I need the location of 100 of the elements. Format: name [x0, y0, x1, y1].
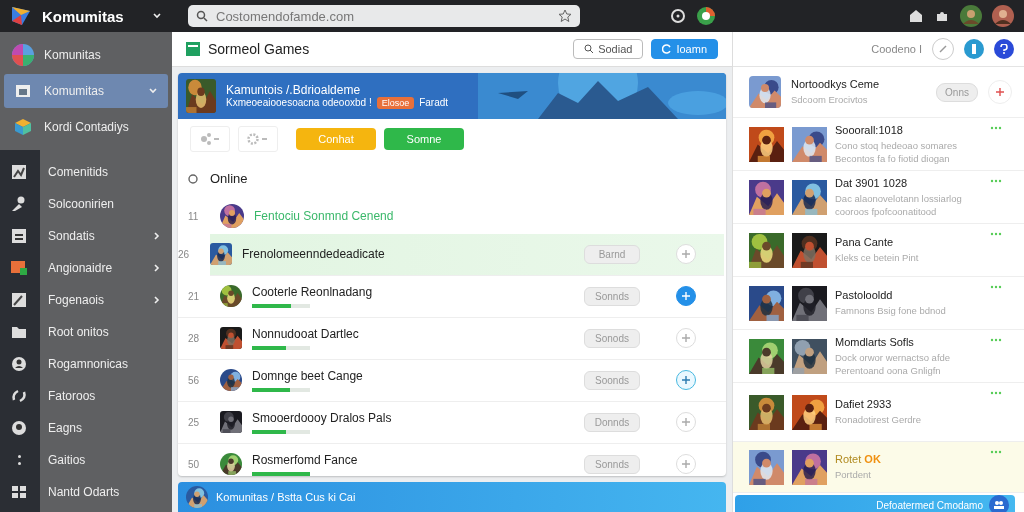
share-button[interactable]	[190, 125, 230, 152]
sidebar-item[interactable]: Komunitas	[4, 38, 168, 72]
plus-icon	[682, 376, 690, 385]
game-item[interactable]: Dafiet 2933 Ronadotirest Gerdre	[733, 383, 1024, 442]
sidebar-item[interactable]: Rogamnonicas	[0, 348, 172, 380]
more-icon[interactable]	[990, 232, 1002, 236]
group-icon	[994, 501, 1004, 509]
list-icon	[9, 226, 29, 246]
chevron-right-icon	[152, 231, 162, 241]
sidebar-item[interactable]: Fogenaois	[0, 284, 172, 316]
cube-icon	[14, 118, 32, 136]
info-button[interactable]	[964, 39, 984, 59]
clock-icon[interactable]	[670, 8, 686, 24]
game-subtitle: Sdcoom Erocivtos	[791, 93, 869, 106]
panel-title: Coodeno I	[871, 43, 922, 55]
community-bar[interactable]: Komunitas / Bstta Cus ki Cai	[178, 482, 726, 512]
settings-icon	[247, 132, 269, 145]
info-icon	[972, 44, 976, 54]
bar-title: Komunitas / Bstta Cus ki Cai	[216, 491, 356, 504]
game-item[interactable]: Rotet OK Portdent	[733, 442, 1024, 493]
game-item[interactable]: Pastolooldd Famnons Bsig fone bdnod	[733, 277, 1024, 330]
help-icon	[1000, 44, 1008, 54]
game-description: Cono stoq hedeoao somares Becontos fa fo fiotid diogan	[835, 138, 958, 165]
game-item[interactable]: Sooorall:1018 Cono stoq hedeoao somares Becontos fa fo fiotid diogan	[733, 118, 1024, 171]
more-icon	[17, 455, 21, 465]
plus-icon	[682, 250, 690, 259]
share-icon	[199, 132, 221, 145]
game-title: Sooorall:1018	[835, 123, 904, 136]
plus-icon	[682, 418, 690, 427]
player-name: Domnge beet Cange	[252, 368, 364, 383]
search-input[interactable]: Costomendofamde.com	[214, 7, 552, 25]
game-item[interactable]: Pana Cante Kleks ce betein Pint	[733, 224, 1024, 277]
add-button[interactable]	[676, 370, 696, 391]
sidebar-item[interactable]: Komumitas	[4, 74, 168, 108]
plus-icon	[682, 334, 690, 343]
app-name: Komumitas	[42, 7, 125, 25]
chevron-right-icon	[152, 263, 162, 273]
sidebar-item[interactable]: Sondatis	[0, 220, 172, 252]
player-name: Nonnudooat Dartlec	[252, 326, 360, 341]
player-row[interactable]: 11 Fentociu Sonmnd Cenend	[178, 198, 726, 234]
search-icon	[584, 43, 595, 54]
more-icon[interactable]	[990, 391, 1002, 395]
more-icon[interactable]	[990, 285, 1002, 289]
add-button[interactable]	[676, 286, 696, 307]
search-icon	[196, 10, 208, 22]
home-icon[interactable]	[908, 8, 924, 24]
player-row[interactable]: 21 Cooterle Reonlnadang Sonnds	[178, 275, 726, 318]
refresh-icon	[662, 43, 673, 54]
settings-button[interactable]	[238, 125, 278, 152]
player-name: Smooerdoooy Dralos Pals	[252, 410, 393, 425]
game-title: Rotet OK	[835, 453, 882, 465]
sidebar-item[interactable]: Nantd Odarts	[0, 476, 172, 508]
sidebar-item[interactable]: Eagns	[0, 412, 172, 444]
chevron-down-icon	[148, 86, 158, 96]
avatar-icon[interactable]	[960, 5, 982, 27]
player-row[interactable]: 56 Domnge beet Cange Soonds	[178, 359, 726, 402]
sidebar-item[interactable]: Angionaidre	[0, 252, 172, 284]
avatar-icon[interactable]	[992, 5, 1014, 27]
sidebar-item[interactable]: Gaitios	[0, 444, 172, 476]
sidebar-item[interactable]: Solcoonirien	[0, 188, 172, 220]
game-description: Kleks ce betein Pint	[835, 251, 920, 264]
sidebar-item[interactable]: Comenitids	[0, 156, 172, 188]
row-number: 25	[188, 416, 201, 428]
graph-icon	[9, 290, 29, 310]
more-icon[interactable]	[990, 338, 1002, 342]
player-name: Rosmerfomd Fance	[252, 452, 359, 467]
more-icon[interactable]	[990, 179, 1002, 183]
chevron-down-icon	[152, 11, 162, 21]
game-title: Nortoodkys Ceme	[791, 78, 881, 90]
page-title: Sormeol Games	[208, 40, 311, 57]
refresh-button[interactable]: Ioamn	[651, 38, 718, 59]
plus-icon	[682, 292, 690, 301]
row-number: 56	[188, 374, 201, 386]
help-button[interactable]	[994, 39, 1014, 59]
person-icon	[9, 354, 29, 374]
player-name: Fentociu Sonmnd Cenend	[254, 209, 395, 224]
group-button[interactable]	[989, 495, 1009, 512]
row-number: 21	[188, 290, 201, 302]
chart-icon	[9, 258, 29, 278]
player-name: Cooterle Reonlnadang	[252, 284, 374, 299]
extension-icon[interactable]	[696, 6, 716, 26]
plus-icon	[996, 88, 1004, 96]
sidebar-item[interactable]: Root onitos	[0, 316, 172, 348]
star-icon[interactable]	[558, 9, 572, 23]
app-logo[interactable]	[10, 5, 32, 27]
search-field[interactable]: Costomendofamde.com	[188, 5, 580, 27]
game-description: Ronadotirest Gerdre	[835, 413, 923, 426]
more-icon[interactable]	[990, 450, 1002, 454]
game-title: Momdlarts Sofls	[835, 335, 915, 348]
sidebar-item[interactable]: Kordi Contadiys	[4, 110, 168, 144]
search-button[interactable]: Sodiad	[573, 38, 644, 59]
sidebar-item[interactable]: Fatoroos	[0, 380, 172, 412]
game-title: Dat 3901 1028	[835, 176, 909, 189]
game-item[interactable]: Momdlarts Sofls Dock orwor wernactso afde Perentoand oona Gnligfn	[733, 330, 1024, 383]
more-icon[interactable]	[990, 126, 1002, 130]
game-item[interactable]: Dat 3901 1028 Dac alaonovelotann lossiarlog cooroos fpofcoonatitood	[733, 171, 1024, 224]
row-number: 28	[188, 332, 201, 344]
game-description: Dac alaonovelotann lossiarlog cooroos fpofcoonatitood	[835, 191, 963, 218]
section-title: Online	[210, 171, 248, 187]
game-description: Dock orwor wernactso afde Perentoand oona Gnligfn	[835, 350, 952, 377]
